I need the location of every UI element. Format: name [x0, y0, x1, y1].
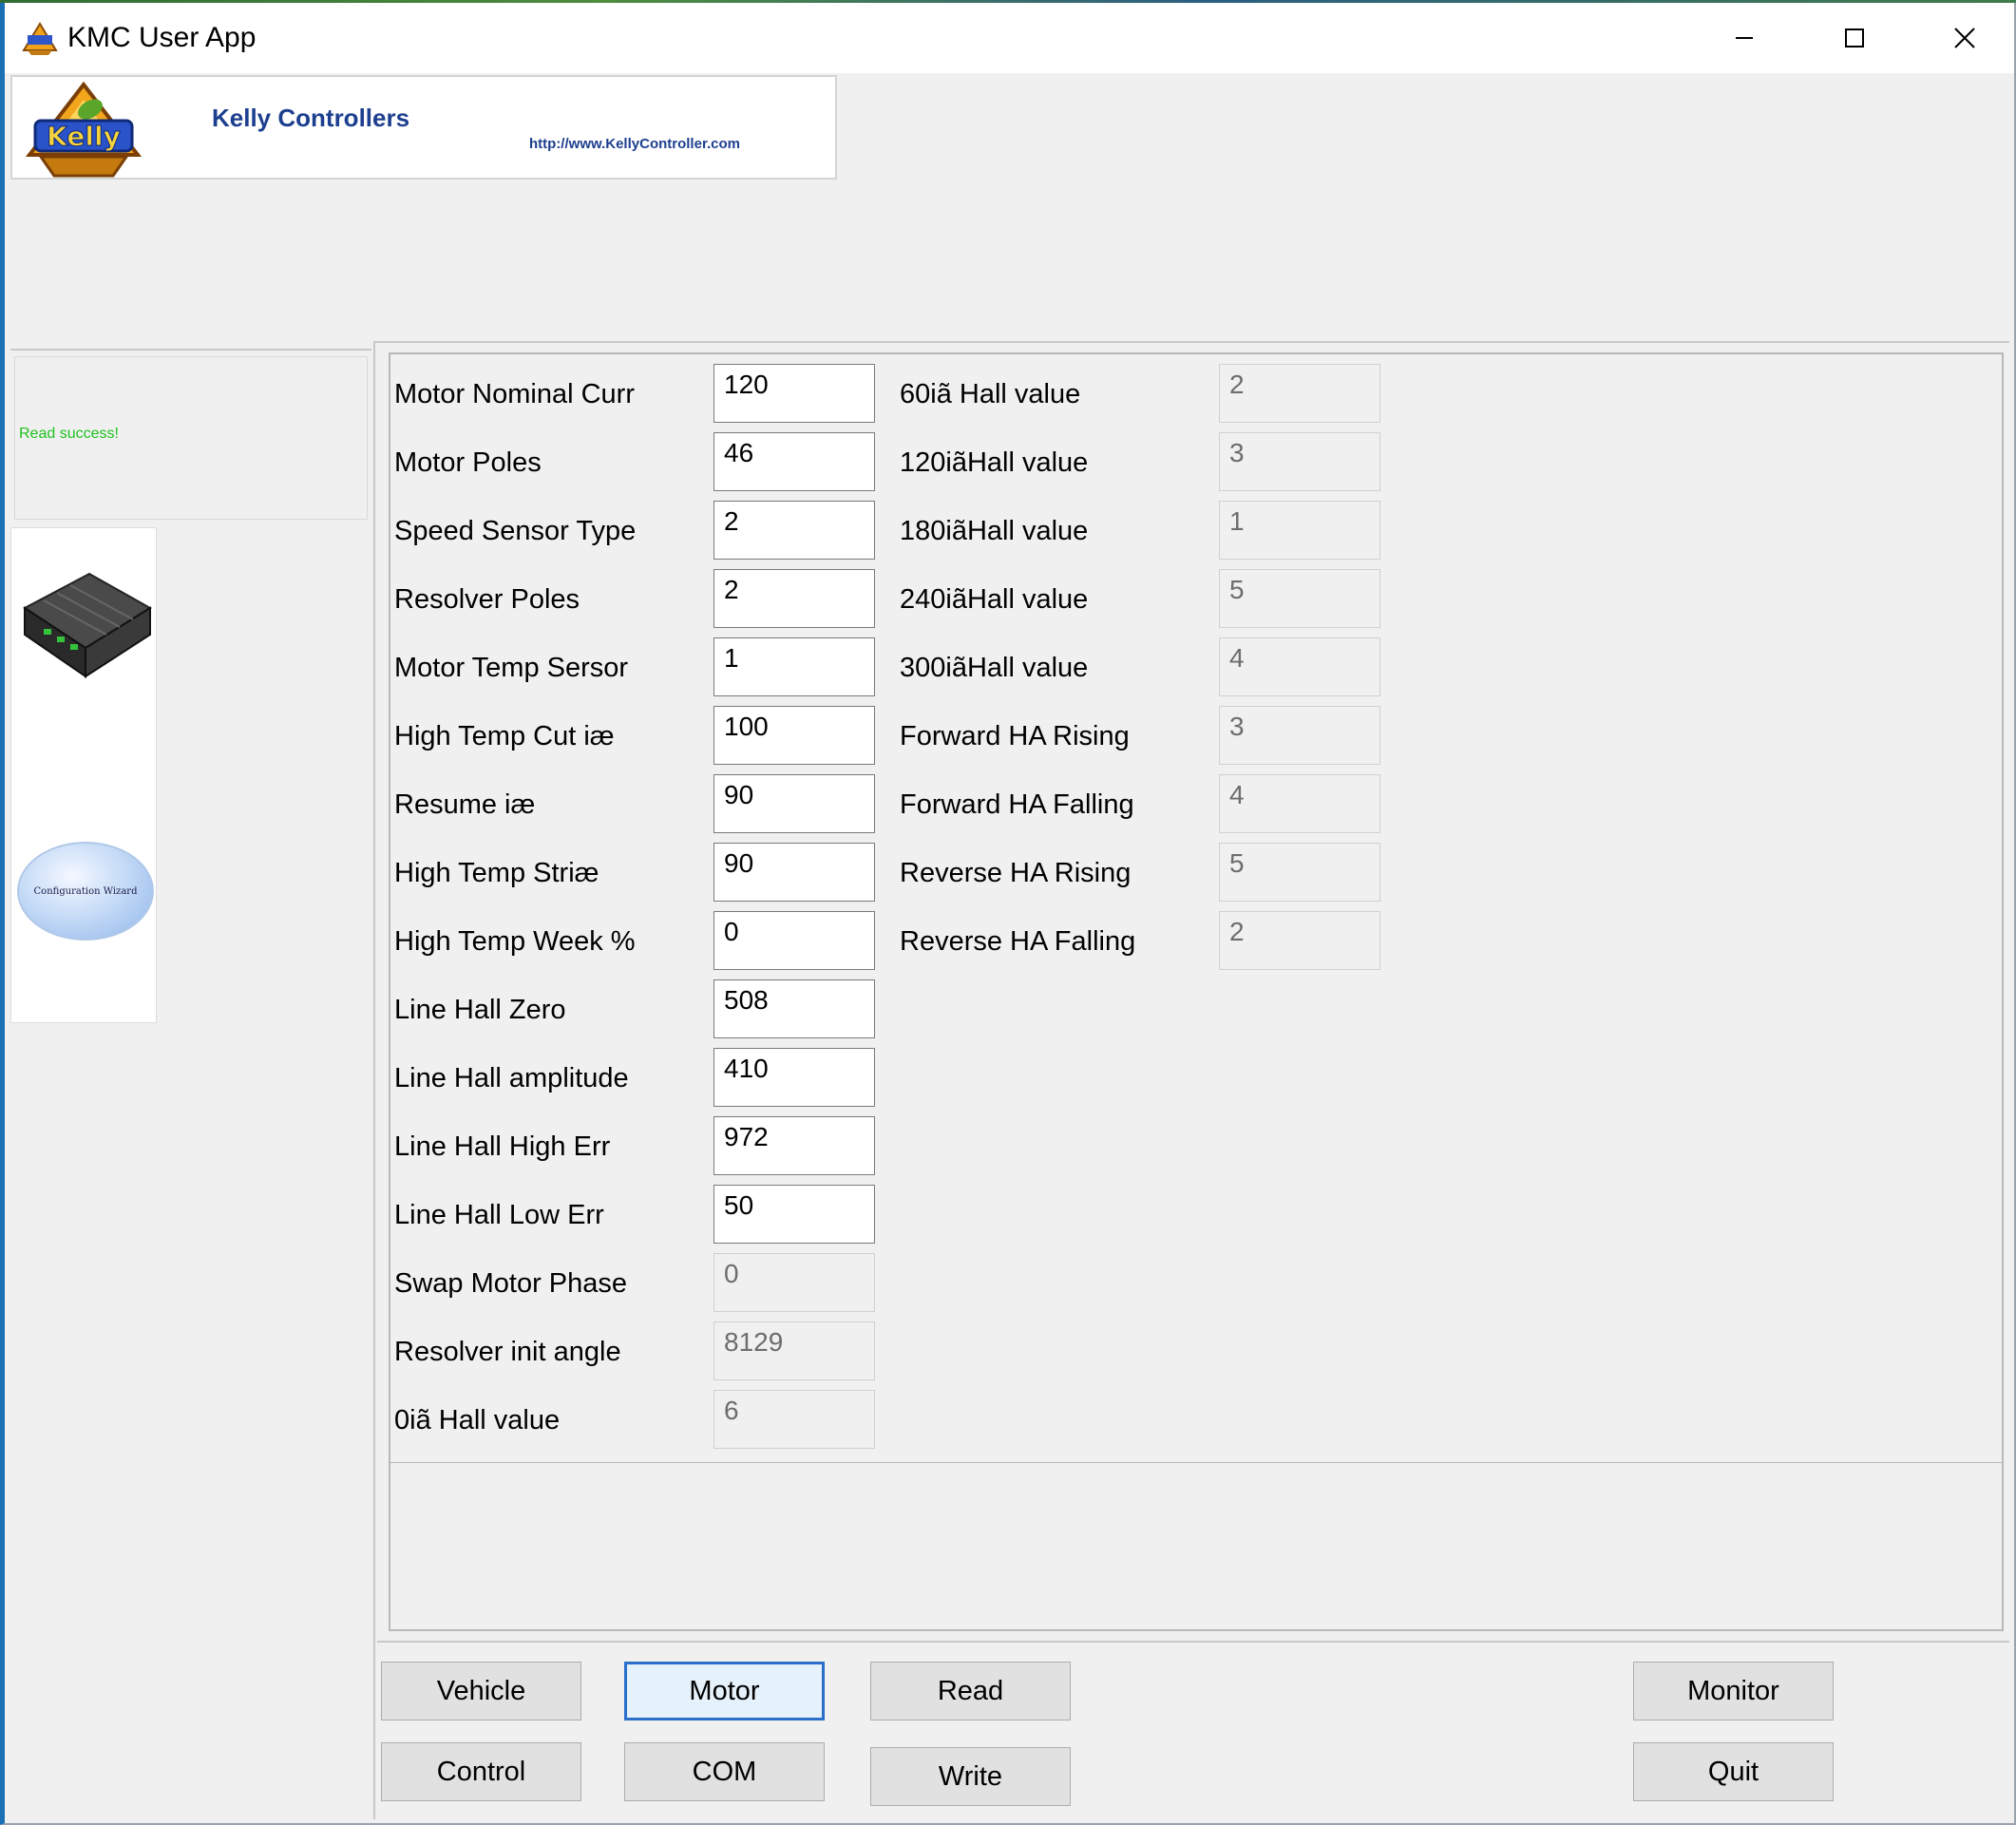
field-label: Line Hall Low Err — [394, 1200, 604, 1230]
com-button[interactable]: COM — [624, 1742, 825, 1801]
value-input[interactable]: 46 — [713, 432, 875, 491]
minimize-icon — [1736, 37, 1753, 39]
value-input[interactable]: 90 — [713, 843, 875, 902]
value-readonly: 6 — [713, 1390, 875, 1449]
field-label: Forward HA Falling — [900, 789, 1134, 820]
maximize-icon — [1845, 29, 1864, 48]
field-label: 60iã Hall value — [900, 379, 1081, 409]
lower-info-panel — [389, 1462, 2004, 1631]
value-readonly: 3 — [1219, 432, 1380, 491]
value-readonly: 2 — [1219, 364, 1380, 423]
field-label: Motor Nominal Curr — [394, 379, 635, 409]
value-readonly: 5 — [1219, 569, 1380, 628]
field-label: Motor Temp Sersor — [394, 653, 629, 683]
field-label: 0iã Hall value — [394, 1405, 561, 1435]
value-input[interactable]: 2 — [713, 501, 875, 560]
minimize-button[interactable] — [1689, 3, 1799, 73]
value-input[interactable]: 100 — [713, 706, 875, 765]
value-readonly: 4 — [1219, 774, 1380, 833]
field-label: High Temp Striæ — [394, 858, 599, 888]
quit-button[interactable]: Quit — [1633, 1742, 1834, 1801]
value-input[interactable]: 2 — [713, 569, 875, 628]
value-readonly: 0 — [713, 1253, 875, 1312]
read-button[interactable]: Read — [870, 1662, 1071, 1720]
app-icon — [22, 22, 58, 55]
field-label: Speed Sensor Type — [394, 516, 637, 546]
status-box: Read success! — [14, 356, 368, 520]
maximize-button[interactable] — [1799, 3, 1910, 73]
field-label: Reverse HA Falling — [900, 926, 1136, 957]
controller-image — [23, 572, 152, 678]
field-label: Forward HA Rising — [900, 721, 1130, 751]
field-label: Line Hall Zero — [394, 995, 566, 1025]
sidebar-image-panel: Configuration Wizard — [10, 527, 157, 1023]
field-label: Resolver init angle — [394, 1337, 621, 1367]
field-label: 300iãHall value — [900, 653, 1089, 683]
motor-button[interactable]: Motor — [624, 1662, 825, 1720]
configuration-wizard-button[interactable]: Configuration Wizard — [17, 842, 154, 941]
horizontal-divider-top — [373, 341, 2009, 343]
vehicle-button[interactable]: Vehicle — [381, 1662, 581, 1720]
close-icon — [1954, 28, 1975, 48]
field-label: 120iãHall value — [900, 447, 1089, 478]
field-label: Swap Motor Phase — [394, 1268, 628, 1299]
field-label: Line Hall High Err — [394, 1131, 611, 1162]
value-readonly: 1 — [1219, 501, 1380, 560]
divider — [10, 349, 371, 351]
company-url: http://www.KellyController.com — [529, 136, 740, 152]
control-button[interactable]: Control — [381, 1742, 581, 1801]
value-readonly: 3 — [1219, 706, 1380, 765]
banner: Kelly Kelly Controllers http://www.Kelly… — [10, 75, 837, 180]
value-readonly: 4 — [1219, 637, 1380, 696]
logo-text: Kelly — [47, 121, 121, 152]
value-input[interactable]: 1 — [713, 637, 875, 696]
value-input[interactable]: 90 — [713, 774, 875, 833]
field-label: High Temp Week % — [394, 926, 636, 957]
horizontal-divider-bottom — [377, 1641, 2009, 1643]
value-input[interactable]: 972 — [713, 1116, 875, 1175]
company-name: Kelly Controllers — [212, 104, 410, 132]
monitor-button[interactable]: Monitor — [1633, 1662, 1834, 1720]
field-label: Resume iæ — [394, 789, 536, 820]
value-readonly: 5 — [1219, 843, 1380, 902]
field-label: Resolver Poles — [394, 584, 580, 615]
write-button[interactable]: Write — [870, 1747, 1071, 1806]
motor-settings-panel: Motor Nominal Curr 120 Motor Poles 46 Speed … — [389, 352, 2004, 1466]
field-label: 240iãHall value — [900, 584, 1089, 615]
value-input[interactable]: 410 — [713, 1048, 875, 1107]
close-button[interactable] — [1910, 3, 2016, 73]
main-content: Kelly Kelly Controllers http://www.Kelly… — [5, 73, 2014, 1823]
status-message: Read success! — [19, 426, 119, 442]
value-input[interactable]: 120 — [713, 364, 875, 423]
value-input[interactable]: 0 — [713, 911, 875, 970]
value-input[interactable]: 508 — [713, 979, 875, 1038]
value-readonly: 8129 — [713, 1321, 875, 1380]
app-window: KMC User App Kelly Kelly Controllers htt… — [0, 3, 2016, 1825]
title-bar: KMC User App — [5, 3, 2014, 73]
field-label: Line Hall amplitude — [394, 1063, 629, 1093]
field-label: High Temp Cut iæ — [394, 721, 615, 751]
field-label: Motor Poles — [394, 447, 542, 478]
vertical-divider — [373, 341, 375, 1819]
value-input[interactable]: 50 — [713, 1185, 875, 1244]
value-readonly: 2 — [1219, 911, 1380, 970]
kelly-logo: Kelly — [25, 81, 143, 178]
field-label: Reverse HA Rising — [900, 858, 1132, 888]
window-title: KMC User App — [67, 22, 257, 53]
field-label: 180iãHall value — [900, 516, 1089, 546]
